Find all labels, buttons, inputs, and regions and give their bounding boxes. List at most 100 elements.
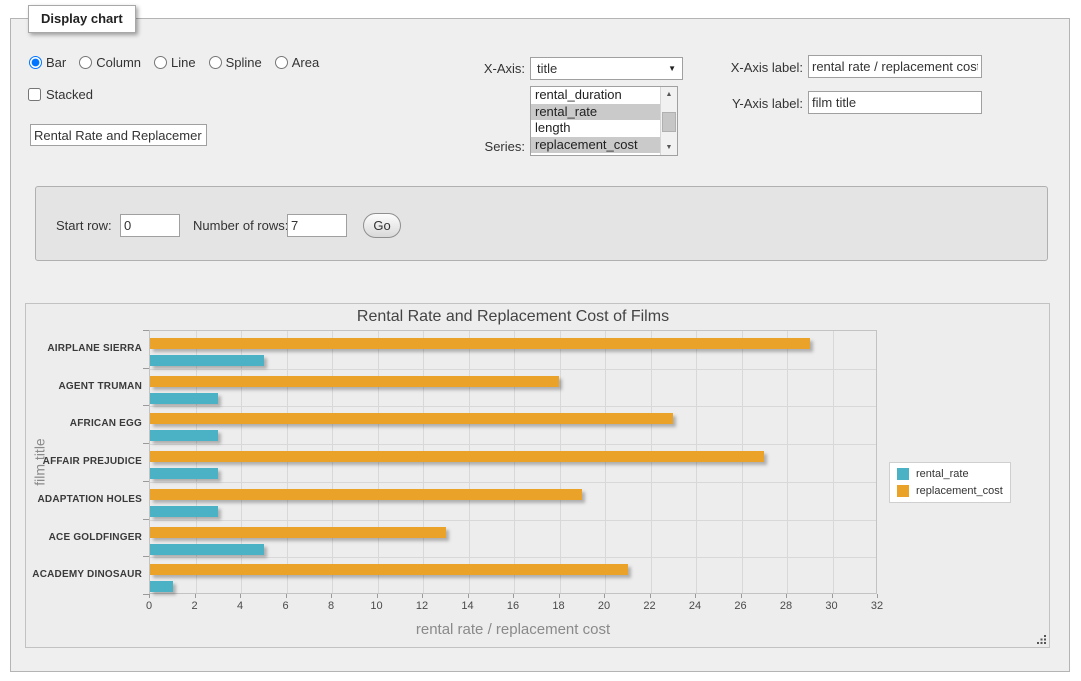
scrollbar-thumb[interactable] (662, 112, 676, 132)
x-tick-label: 6 (282, 600, 288, 612)
x-tick-label: 4 (237, 600, 243, 612)
x-tick-mark (286, 594, 287, 598)
chart-type-option-label: Line (171, 55, 196, 70)
chart-type-radio-spline[interactable] (209, 56, 222, 69)
gridline (833, 331, 834, 593)
chart-type-group: Bar Column Line Spline Area (29, 55, 319, 70)
number-of-rows-label: Number of rows: (193, 218, 288, 233)
x-tick-mark (422, 594, 423, 598)
series-scrollbar[interactable]: ▲ ▼ (660, 87, 677, 155)
chart-type-option-label: Bar (46, 55, 66, 70)
series-list-label: Series: (430, 139, 525, 154)
chart-type-option-spline[interactable]: Spline (209, 55, 262, 70)
scroll-up-icon[interactable]: ▲ (661, 87, 677, 102)
chart-type-option-label: Spline (226, 55, 262, 70)
legend-item: rental_rate (897, 468, 1003, 480)
x-axis-title: rental rate / replacement cost (149, 621, 877, 638)
x-axis-select-label: X-Axis: (430, 61, 525, 76)
x-axis-ticks: 02468101214161820222426283032 (149, 600, 877, 614)
fieldset-legend: Display chart (28, 5, 136, 33)
x-tick-label: 2 (191, 600, 197, 612)
x-tick-label: 24 (689, 600, 701, 612)
x-axis-select[interactable]: title ▼ (530, 57, 683, 80)
gridline (150, 482, 876, 483)
gridline (150, 406, 876, 407)
series-option-length[interactable]: length (531, 120, 660, 137)
stacked-label: Stacked (46, 87, 93, 102)
x-tick-label: 30 (825, 600, 837, 612)
y-tick-mark (143, 519, 149, 520)
series-option-rental_duration[interactable]: rental_duration (531, 87, 660, 104)
legend-label: replacement_cost (916, 485, 1003, 497)
go-button[interactable]: Go (363, 213, 401, 238)
bar-rental_rate (150, 468, 218, 479)
series-listbox-items: rental_durationrental_ratelengthreplacem… (531, 87, 660, 155)
bar-replacement_cost (150, 527, 446, 538)
series-option-replacement_cost[interactable]: replacement_cost (531, 137, 660, 154)
bar-replacement_cost (150, 451, 764, 462)
x-tick-mark (650, 594, 651, 598)
page: Display chart Bar Column Line Spline Area St… (0, 0, 1081, 681)
chart-type-option-area[interactable]: Area (275, 55, 319, 70)
stacked-row[interactable]: Stacked (28, 87, 93, 102)
gridline (150, 557, 876, 558)
x-tick-mark (695, 594, 696, 598)
bar-replacement_cost (150, 376, 559, 387)
chart-title: Rental Rate and Replacement Cost of Film… (149, 308, 877, 326)
chart-type-option-column[interactable]: Column (79, 55, 141, 70)
bar-replacement_cost (150, 489, 582, 500)
y-category-label: ADAPTATION HOLES (26, 481, 142, 519)
scrollbar-track[interactable] (661, 102, 677, 140)
bar-replacement_cost (150, 413, 673, 424)
chart-type-option-label: Column (96, 55, 141, 70)
bar-rental_rate (150, 393, 218, 404)
series-option-rental_rate[interactable]: rental_rate (531, 104, 660, 121)
gridline (150, 444, 876, 445)
y-tick-mark (143, 481, 149, 482)
legend-swatch (897, 468, 909, 480)
y-tick-mark (143, 330, 149, 331)
gridline (150, 520, 876, 521)
legend-label: rental_rate (916, 468, 969, 480)
y-tick-mark (143, 556, 149, 557)
chart-type-option-line[interactable]: Line (154, 55, 196, 70)
y-category-label: ACE GOLDFINGER (26, 519, 142, 557)
y-axis-label-input[interactable] (808, 91, 982, 114)
start-row-input[interactable] (120, 214, 180, 237)
gridline (150, 369, 876, 370)
chart-type-radio-area[interactable] (275, 56, 288, 69)
x-tick-label: 10 (370, 600, 382, 612)
chart-type-radio-line[interactable] (154, 56, 167, 69)
number-of-rows-input[interactable] (287, 214, 347, 237)
resize-handle-icon[interactable] (1036, 634, 1047, 645)
bar-rental_rate (150, 506, 218, 517)
x-tick-mark (741, 594, 742, 598)
y-tick-mark (143, 405, 149, 406)
y-category-label: AFFAIR PREJUDICE (26, 443, 142, 481)
chart-type-option-label: Area (292, 55, 319, 70)
chart-type-option-bar[interactable]: Bar (29, 55, 66, 70)
bar-replacement_cost (150, 338, 810, 349)
y-tick-mark (143, 443, 149, 444)
legend-swatch (897, 485, 909, 497)
chart-type-radio-bar[interactable] (29, 56, 42, 69)
chevron-down-icon: ▼ (668, 64, 676, 73)
x-tick-label: 22 (643, 600, 655, 612)
chart-title-input[interactable] (30, 124, 207, 146)
series-listbox[interactable]: rental_durationrental_ratelengthreplacem… (530, 86, 678, 156)
bar-rental_rate (150, 355, 264, 366)
x-tick-label: 28 (780, 600, 792, 612)
scroll-down-icon[interactable]: ▼ (661, 140, 677, 155)
x-tick-mark (331, 594, 332, 598)
stacked-checkbox[interactable] (28, 88, 41, 101)
x-tick-mark (240, 594, 241, 598)
x-tick-label: 0 (146, 600, 152, 612)
bar-rental_rate (150, 430, 218, 441)
plot-area (149, 330, 877, 594)
x-axis-label-input[interactable] (808, 55, 982, 78)
y-axis-label-label: Y-Axis label: (690, 96, 803, 111)
x-tick-mark (149, 594, 150, 598)
bar-rental_rate (150, 544, 264, 555)
chart: Rental Rate and Replacement Cost of Film… (25, 303, 1050, 648)
chart-type-radio-column[interactable] (79, 56, 92, 69)
